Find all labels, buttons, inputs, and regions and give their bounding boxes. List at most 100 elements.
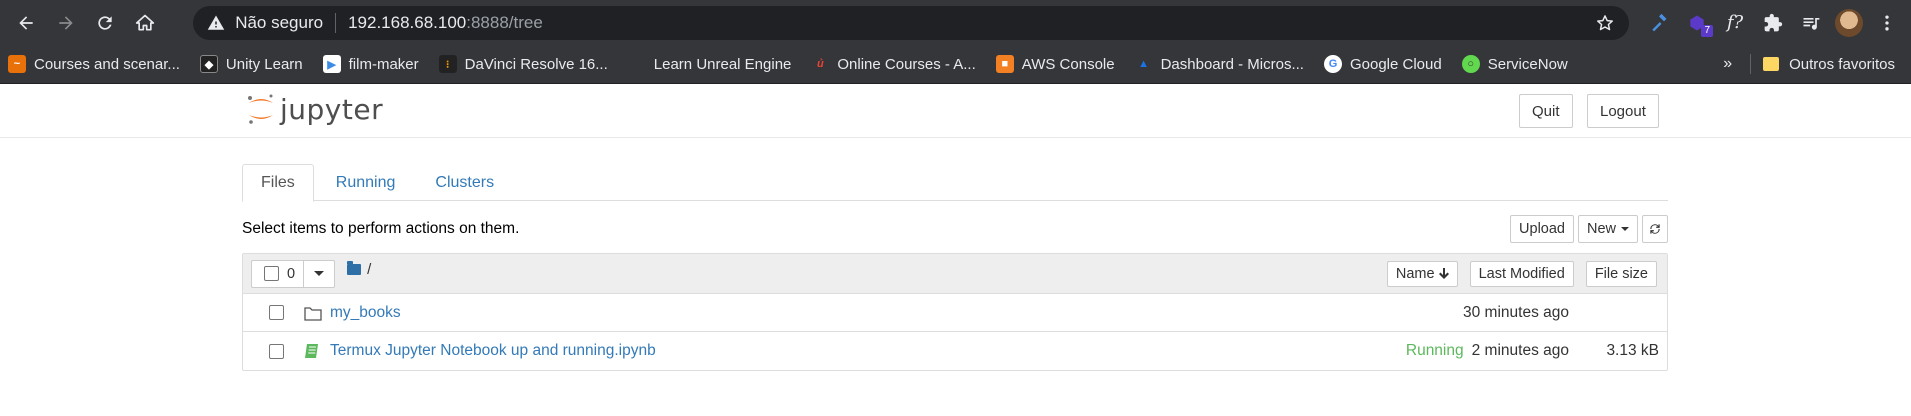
forward-icon[interactable] xyxy=(48,5,84,41)
bookmark-label: Online Courses - A... xyxy=(837,55,976,73)
url-host: 192.168.68.100 xyxy=(348,12,467,32)
jupyter-logo-icon xyxy=(248,94,273,124)
film-icon: ▶ xyxy=(322,55,341,73)
udemy-icon: ủ xyxy=(817,58,824,70)
tab-files[interactable]: Files xyxy=(242,164,314,202)
upload-button[interactable]: Upload xyxy=(1510,215,1574,243)
browser-toolbar: Não seguro 192.168.68.100 :8888/tree 7 f… xyxy=(0,0,1911,45)
bookmark-google-cloud[interactable]: G Google Cloud xyxy=(1323,55,1442,73)
item-modified: 2 minutes ago xyxy=(1471,342,1569,359)
bookmark-unreal[interactable]: Learn Unreal Engine xyxy=(628,55,792,73)
bookmark-servicenow[interactable]: ○ ServiceNow xyxy=(1461,55,1568,73)
bookmark-davinci[interactable]: ⁝ DaVinci Resolve 16... xyxy=(438,55,608,73)
sort-by-file-size-button[interactable]: File size xyxy=(1585,260,1657,287)
extension-badge: 7 xyxy=(1701,24,1714,37)
profile-avatar[interactable] xyxy=(1833,7,1865,39)
courses-icon: ~ xyxy=(8,55,26,73)
folder-icon xyxy=(1763,57,1780,71)
bookmark-label: Google Cloud xyxy=(1349,55,1442,73)
list-item: my_books 30 minutes ago xyxy=(243,294,1667,332)
bookmarks-bar: ~ Courses and scenar... ◆ Unity Learn ▶ fil… xyxy=(0,45,1911,84)
select-menu-button[interactable] xyxy=(304,261,334,287)
sort-name-label: Name xyxy=(1395,265,1435,282)
selection-hint: Select items to perform actions on them. xyxy=(242,220,520,237)
breadcrumb[interactable]: / xyxy=(347,261,371,278)
caret-down-icon xyxy=(1621,227,1629,231)
other-bookmarks-label: Outros favoritos xyxy=(1789,55,1895,73)
davinci-icon: ⁝ xyxy=(438,55,457,73)
tab-bar: Files Running Clusters xyxy=(242,164,1668,202)
caret-down-icon xyxy=(314,271,325,276)
folder-icon xyxy=(347,261,362,275)
list-item: Termux Jupyter Notebook up and running.i… xyxy=(243,332,1667,370)
reload-icon[interactable] xyxy=(88,5,124,41)
file-list-header: 0 / Name Last Modified File size xyxy=(243,254,1667,294)
bookmark-unity-learn[interactable]: ◆ Unity Learn xyxy=(199,55,303,73)
running-status: Running xyxy=(1405,342,1464,359)
bookmark-label: Courses and scenar... xyxy=(34,55,180,73)
formula-extension-icon[interactable]: f? xyxy=(1719,7,1751,39)
jupyter-logo[interactable]: jupyter xyxy=(246,92,383,126)
tab-running[interactable]: Running xyxy=(318,164,414,201)
bookmark-label: ServiceNow xyxy=(1487,55,1568,73)
logout-button[interactable]: Logout xyxy=(1587,94,1659,128)
bookmark-azure-dashboard[interactable]: ▲ Dashboard - Micros... xyxy=(1135,55,1304,73)
url-path: :8888/tree xyxy=(466,12,543,32)
refresh-button[interactable] xyxy=(1642,215,1668,243)
other-bookmarks-folder[interactable]: Outros favoritos xyxy=(1763,56,1895,73)
bookmark-udemy[interactable]: ủ Online Courses - A... xyxy=(811,55,976,73)
browser-menu-icon[interactable] xyxy=(1871,7,1903,39)
bookmark-star-icon[interactable] xyxy=(1595,13,1615,33)
selected-count: 0 xyxy=(287,265,296,282)
bookmark-label: Unity Learn xyxy=(225,55,303,73)
select-all-group: 0 xyxy=(251,259,336,288)
file-actions-row: Select items to perform actions on them.… xyxy=(242,214,1668,244)
media-queue-icon[interactable] xyxy=(1795,7,1827,39)
breadcrumb-root[interactable]: / xyxy=(367,261,371,278)
jupyter-header: jupyter Quit Logout xyxy=(0,84,1911,138)
select-all-button[interactable]: 0 xyxy=(252,260,305,287)
azure-icon: ▲ xyxy=(1138,58,1150,70)
notebook-icon xyxy=(305,344,318,358)
item-checkbox[interactable] xyxy=(269,305,284,320)
select-all-checkbox[interactable] xyxy=(264,266,279,281)
item-link[interactable]: Termux Jupyter Notebook up and running.i… xyxy=(330,342,656,360)
folder-icon xyxy=(304,306,322,321)
security-label[interactable]: Não seguro xyxy=(235,13,323,33)
aws-icon: ■ xyxy=(995,55,1014,73)
new-label: New xyxy=(1586,221,1616,237)
unity-icon: ◆ xyxy=(199,55,218,73)
more-bookmarks-button[interactable]: » xyxy=(1723,55,1732,73)
new-dropdown-button[interactable]: New xyxy=(1577,215,1638,243)
file-list: 0 / Name Last Modified File size my_book… xyxy=(242,253,1668,371)
bookmark-label: AWS Console xyxy=(1021,55,1115,73)
servicenow-icon: ○ xyxy=(1461,55,1480,73)
item-link[interactable]: my_books xyxy=(330,304,401,322)
puzzle-extensions-icon[interactable] xyxy=(1757,7,1789,39)
back-icon[interactable] xyxy=(8,5,44,41)
bookmark-label: DaVinci Resolve 16... xyxy=(464,55,608,73)
quit-button[interactable]: Quit xyxy=(1519,94,1573,128)
item-size: 3.13 kB xyxy=(1606,342,1659,359)
sort-by-name-button[interactable]: Name xyxy=(1386,260,1458,287)
tab-clusters[interactable]: Clusters xyxy=(417,164,512,201)
bookmark-courses[interactable]: ~ Courses and scenar... xyxy=(8,55,180,73)
unreal-icon xyxy=(628,55,646,73)
address-separator xyxy=(335,12,337,33)
bookmarks-separator xyxy=(1750,54,1752,74)
arrow-down-icon xyxy=(1438,267,1449,279)
refresh-icon xyxy=(1650,224,1660,234)
home-icon[interactable] xyxy=(127,5,163,41)
sort-by-last-modified-button[interactable]: Last Modified xyxy=(1469,260,1574,287)
purple-extension-icon[interactable]: 7 xyxy=(1681,7,1714,39)
item-modified: 30 minutes ago xyxy=(1463,303,1569,321)
bookmark-film-maker[interactable]: ▶ film-maker xyxy=(322,55,419,73)
bookmark-aws[interactable]: ■ AWS Console xyxy=(995,55,1115,73)
bookmark-label: Dashboard - Micros... xyxy=(1160,55,1304,73)
address-bar[interactable]: Não seguro 192.168.68.100 :8888/tree xyxy=(193,5,1630,40)
warning-icon xyxy=(207,15,225,30)
jupyter-logo-text: jupyter xyxy=(280,92,384,126)
item-checkbox[interactable] xyxy=(269,343,284,359)
hammer-extension-icon[interactable] xyxy=(1643,7,1675,39)
bookmark-label: Learn Unreal Engine xyxy=(653,55,792,73)
